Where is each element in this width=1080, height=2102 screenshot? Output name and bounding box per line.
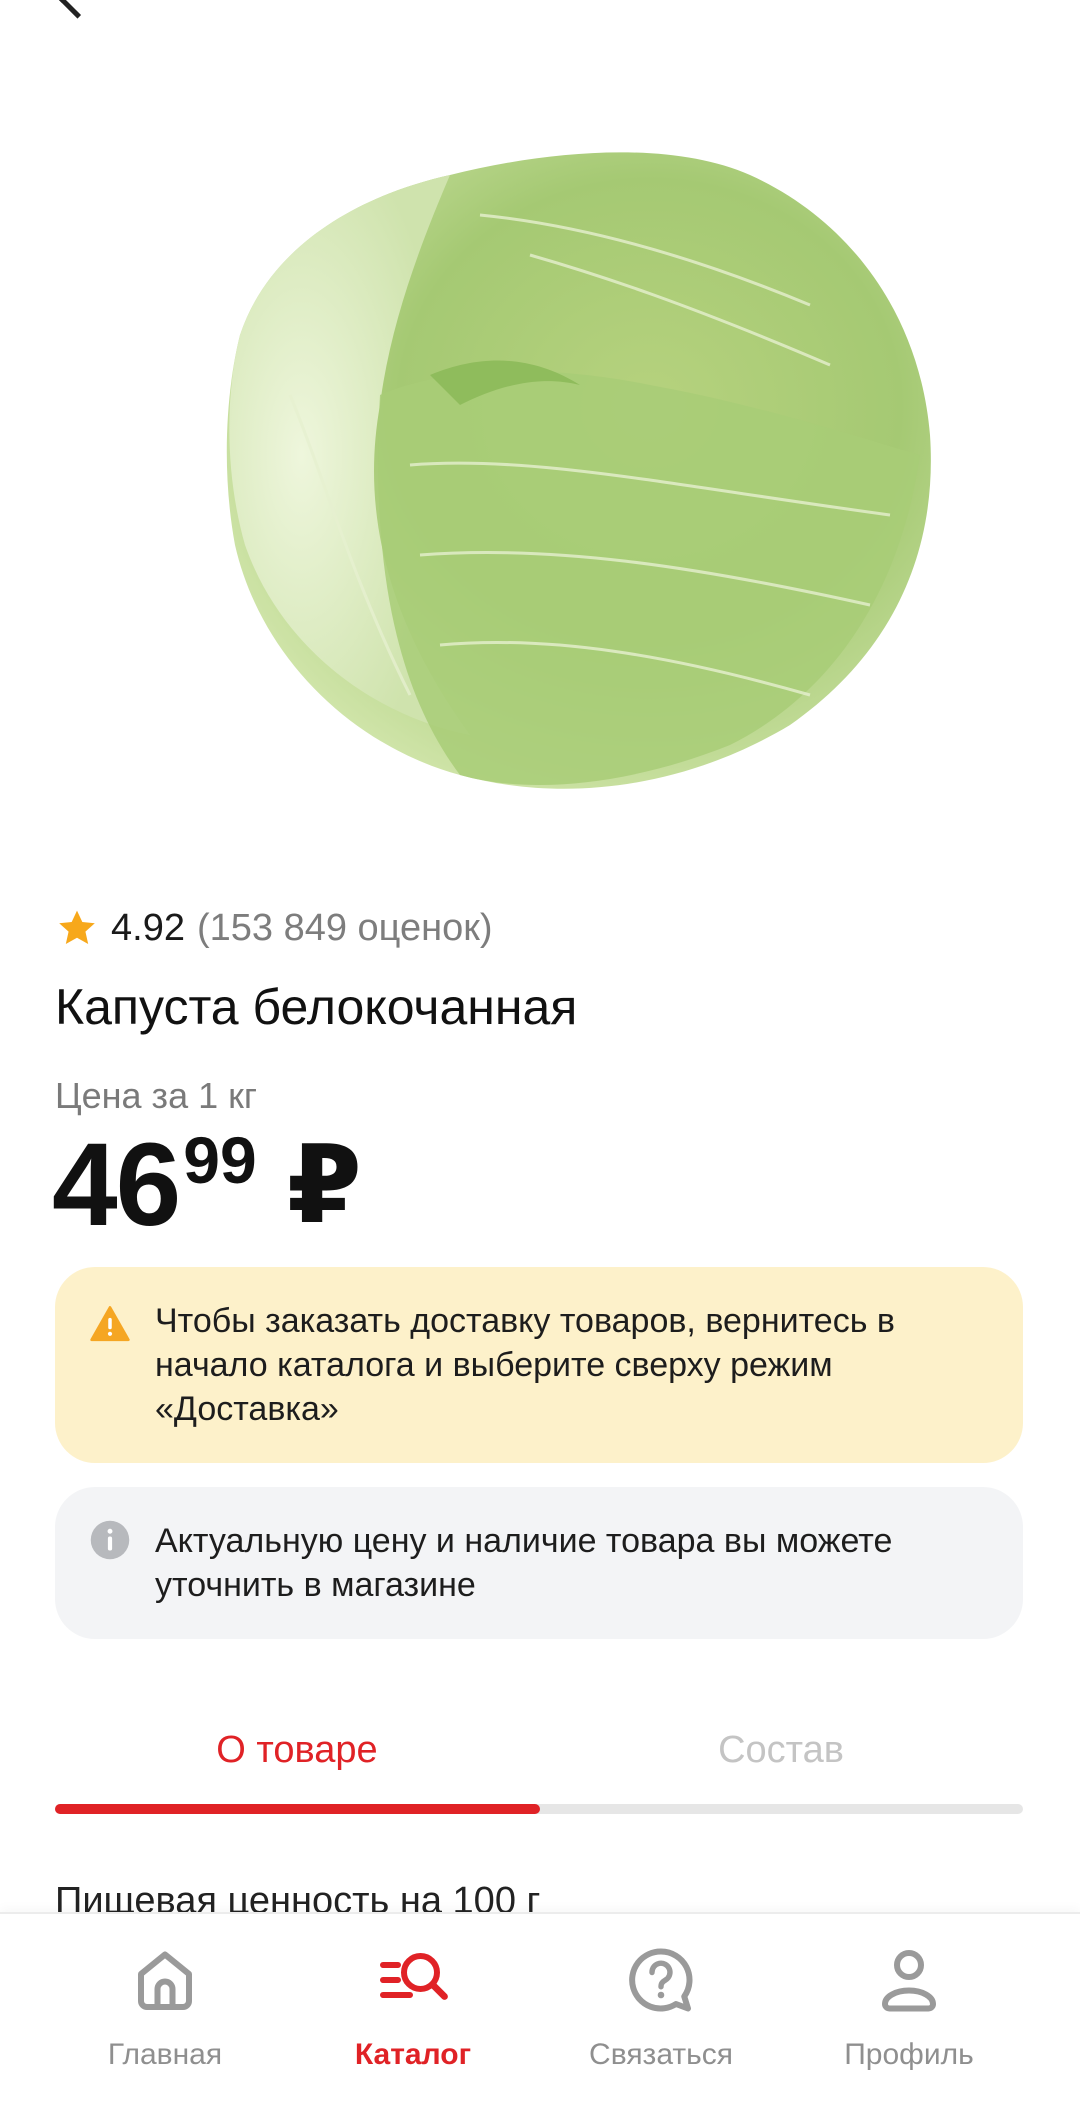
home-icon — [138, 1951, 192, 2010]
nav-item-profile[interactable]: Профиль — [774, 1914, 1044, 2102]
warning-text: Чтобы заказать доставку товаров, верните… — [155, 1302, 895, 1428]
nav-item-home[interactable]: Главная — [30, 1914, 300, 2102]
product-price: 4699 ₽ — [52, 1120, 362, 1250]
price-rubles: 46 — [52, 1119, 181, 1251]
rating-value: 4.92 — [111, 906, 185, 949]
nav-label-catalog: Каталог — [354, 2038, 472, 2071]
nav-item-catalog[interactable]: Каталог — [278, 1914, 548, 2102]
currency-symbol: ₽ — [286, 1124, 362, 1245]
back-arrow-icon[interactable] — [58, 0, 97, 19]
price-kopecks: 99 — [183, 1123, 257, 1197]
profile-icon — [882, 1950, 936, 2012]
warning-icon — [90, 1306, 130, 1342]
info-icon — [90, 1520, 130, 1560]
nav-item-contact[interactable]: Связаться — [526, 1914, 796, 2102]
price-info-notice: Актуальную цену и наличие товара вы може… — [55, 1487, 1023, 1639]
product-rating[interactable]: 4.92 (153 849 оценок) — [55, 900, 493, 956]
nav-label-home: Главная — [107, 2038, 223, 2071]
price-label: Цена за 1 кг — [55, 1075, 257, 1116]
product-title: Капуста белокочанная — [55, 979, 578, 1035]
tab-about-product[interactable]: О товаре — [55, 1700, 539, 1800]
info-text: Актуальную цену и наличие товара вы може… — [155, 1522, 893, 1604]
tab-indicator-track — [55, 1804, 1023, 1814]
help-chat-icon — [629, 1948, 693, 2012]
bottom-navigation: Главная Каталог Связаться Профиль — [0, 1912, 1080, 2102]
catalog-search-icon — [380, 1953, 448, 2000]
tab-active-indicator — [55, 1804, 540, 1814]
tab-composition[interactable]: Состав — [539, 1700, 1023, 1800]
product-tabs: О товаре Состав — [55, 1700, 1023, 1814]
nav-label-contact: Связаться — [589, 2038, 733, 2071]
nav-label-profile: Профиль — [844, 2038, 974, 2071]
rating-count: (153 849 оценок) — [196, 906, 493, 949]
delivery-warning-notice: Чтобы заказать доставку товаров, верните… — [55, 1267, 1023, 1463]
star-icon — [59, 910, 95, 944]
product-image — [226, 152, 931, 789]
